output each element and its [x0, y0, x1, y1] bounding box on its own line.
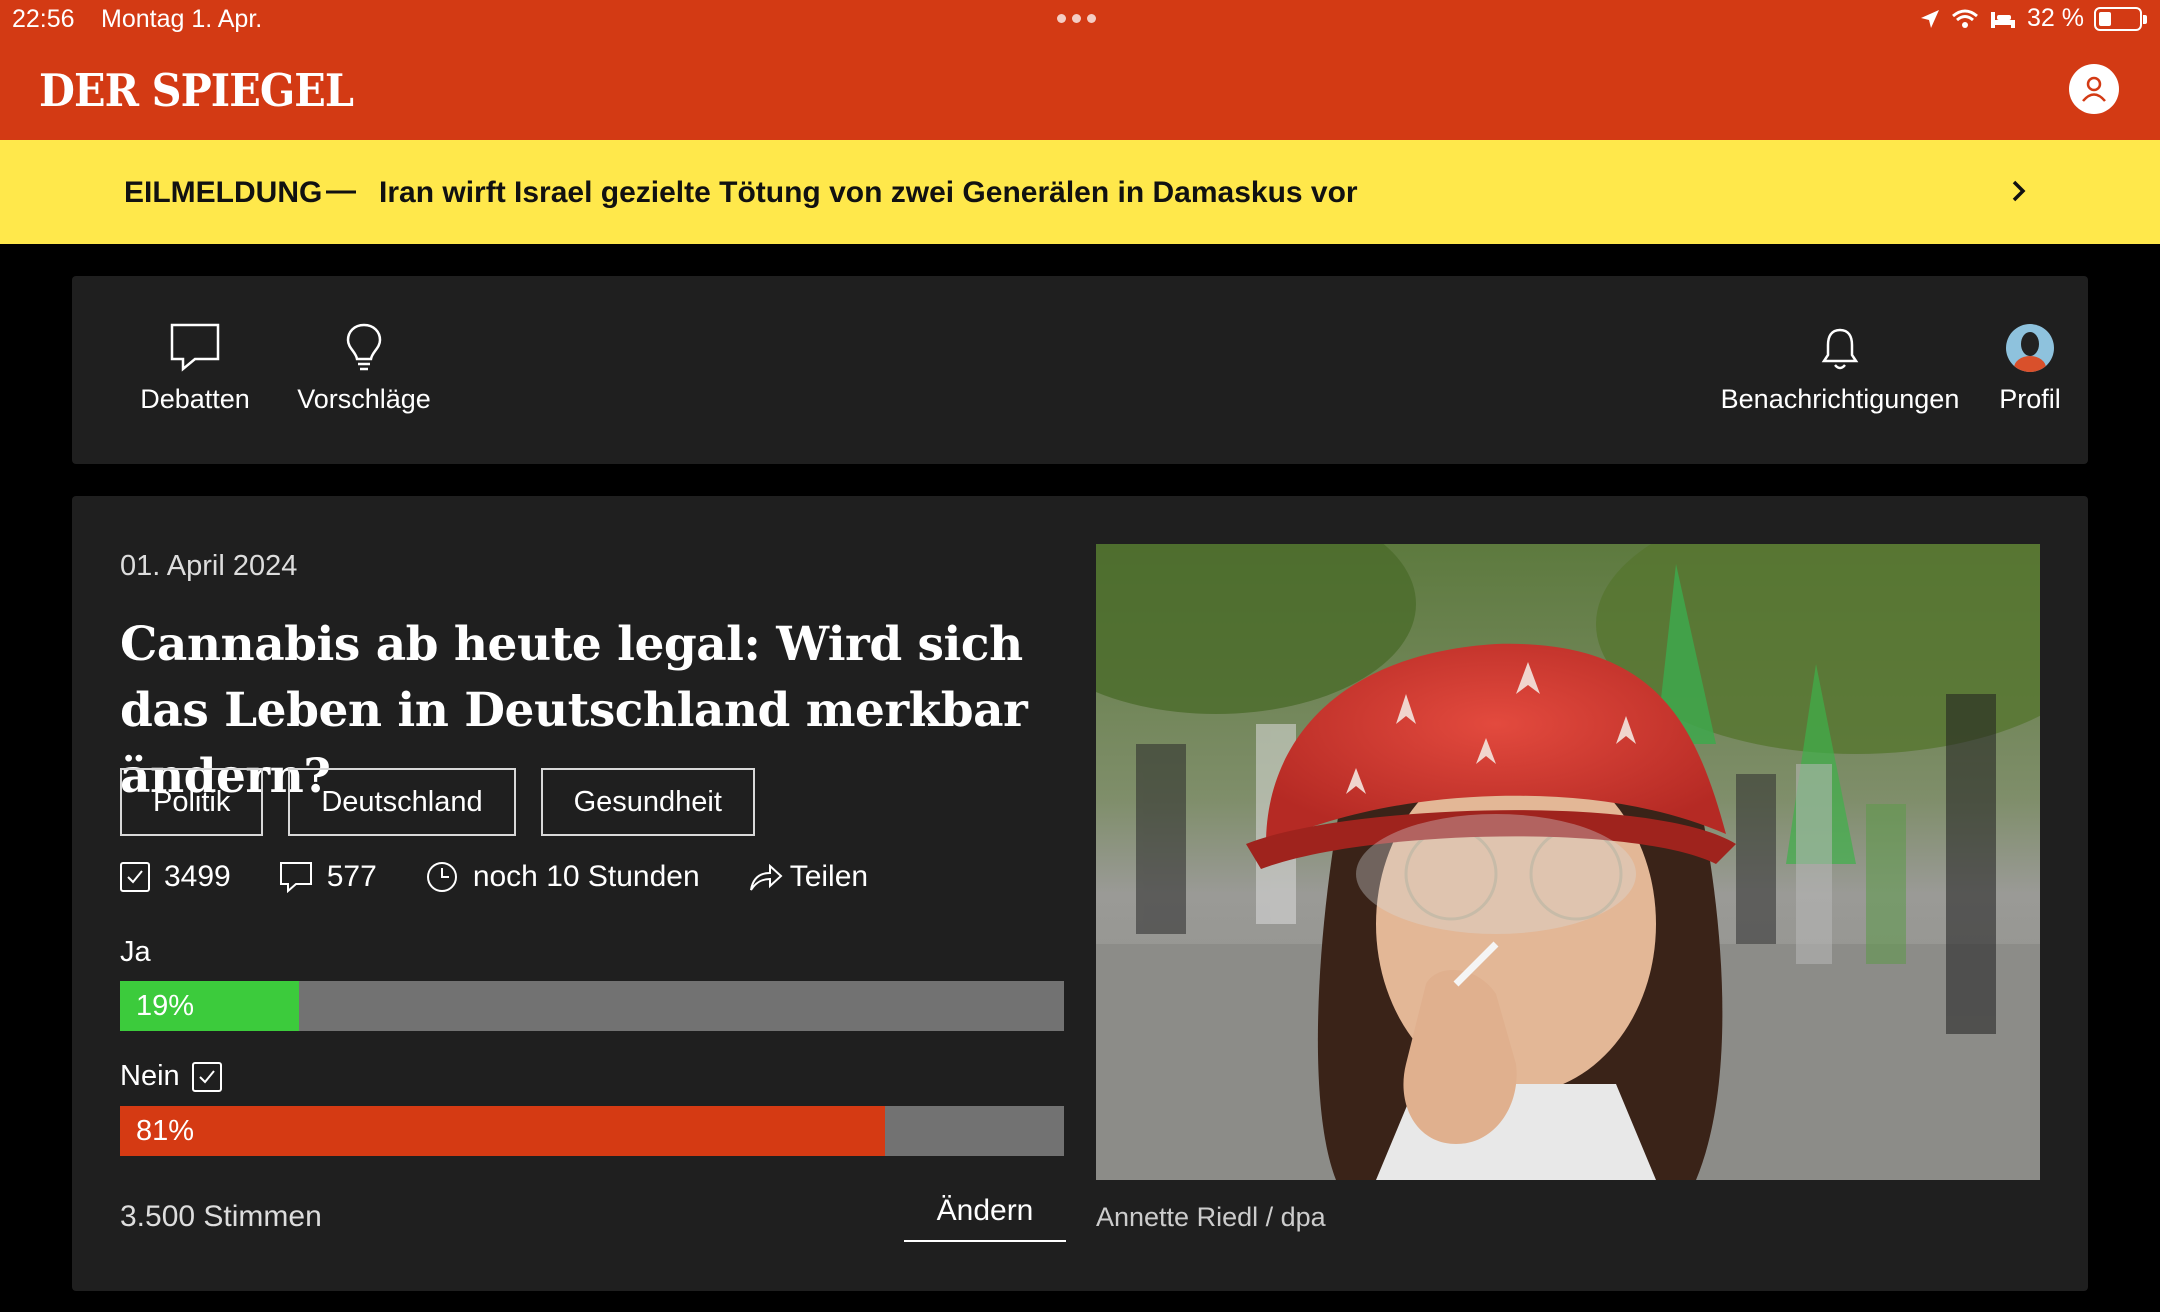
nav-vorschlaege[interactable]: Vorschläge	[274, 322, 454, 415]
option-ja-text: Ja	[120, 936, 151, 968]
nav-profil[interactable]: Profil	[1980, 322, 2080, 415]
option-nein-bar[interactable]: 81%	[120, 1106, 1064, 1156]
tag-politik[interactable]: Politik	[120, 768, 264, 836]
tag-deutschland[interactable]: Deutschland	[288, 768, 516, 836]
nav-benachrichtigungen[interactable]: Benachrichtigungen	[1690, 322, 1990, 415]
avatar	[2006, 324, 2054, 372]
breaking-headline[interactable]: Iran wirft Israel gezielte Tötung von zw…	[379, 176, 1358, 210]
wifi-icon	[1952, 9, 1978, 28]
tag-list: Politik Deutschland Gesundheit	[120, 768, 755, 836]
option-ja-label[interactable]: Ja	[120, 936, 151, 969]
nav-vorschlaege-label: Vorschläge	[297, 384, 431, 414]
time-remaining-text: noch 10 Stunden	[472, 860, 700, 893]
nav-profil-label: Profil	[1999, 384, 2061, 414]
checkbox-icon	[120, 862, 150, 892]
spiegel-logo[interactable]: DER SPIEGEL	[39, 64, 354, 117]
comment-icon	[279, 862, 312, 893]
option-nein-percent: 81%	[136, 1115, 195, 1147]
poll-card: 01. April 2024 Cannabis ab heute legal: …	[72, 496, 2088, 1291]
clock-icon	[426, 862, 457, 892]
speech-bubble-icon	[170, 323, 220, 372]
chevron-right-icon[interactable]	[2008, 176, 2030, 206]
debate-nav: Debatten Vorschläge Benachrichtigungen P…	[72, 276, 2088, 464]
breaking-news-banner[interactable]: EILMELDUNG — Iran wirft Israel gezielte …	[0, 140, 2160, 244]
share-icon	[749, 863, 783, 891]
change-vote-button[interactable]: Ändern	[904, 1186, 1066, 1242]
account-button[interactable]	[2069, 64, 2119, 114]
nav-benachrichtigungen-label: Benachrichtigungen	[1720, 384, 1960, 414]
user-icon	[2082, 76, 2106, 102]
bell-icon	[1821, 328, 1859, 370]
app-header: 22:56 Montag 1. Apr. 32 % DER SPIEGEL	[0, 0, 2160, 140]
selected-checkbox-icon	[191, 1061, 222, 1092]
option-nein-fill	[120, 1106, 885, 1156]
lightbulb-icon	[346, 323, 382, 371]
multitasking-dots-icon[interactable]	[1057, 14, 1096, 23]
poll-meta: 3499 577 noch 10 Stunden Teilen	[120, 860, 916, 894]
article-photo[interactable]	[1096, 544, 2040, 1180]
tag-gesundheit[interactable]: Gesundheit	[540, 768, 755, 836]
sleep-focus-icon	[1991, 11, 2016, 28]
breaking-label: EILMELDUNG	[124, 176, 323, 209]
status-date: Montag 1. Apr.	[101, 5, 263, 33]
vote-count: 3.500 Stimmen	[120, 1200, 322, 1233]
option-nein-text: Nein	[120, 1060, 180, 1092]
photo-caption: Annette Riedl / dpa	[1096, 1202, 1326, 1232]
poll-date: 01. April 2024	[120, 550, 298, 582]
location-icon	[1921, 9, 1940, 28]
option-ja-bar[interactable]: 19%	[120, 981, 1064, 1031]
participants: 3499	[120, 860, 231, 894]
option-nein-label[interactable]: Nein	[120, 1060, 222, 1093]
share-button[interactable]: Teilen	[748, 860, 868, 894]
comments[interactable]: 577	[279, 860, 377, 894]
battery-percent: 32 %	[2027, 4, 2084, 32]
time-remaining: noch 10 Stunden	[425, 860, 700, 894]
nav-debatten-label: Debatten	[140, 384, 250, 414]
battery-icon	[2094, 6, 2147, 31]
status-bar: 22:56 Montag 1. Apr. 32 %	[0, 0, 2160, 40]
comments-count: 577	[326, 860, 377, 893]
status-indicators: 32 %	[1919, 4, 2147, 33]
status-time: 22:56	[12, 5, 75, 33]
participants-count: 3499	[164, 860, 231, 893]
share-label: Teilen	[789, 860, 869, 893]
nav-debatten[interactable]: Debatten	[120, 322, 270, 415]
breaking-dash: —	[326, 174, 356, 207]
option-ja-percent: 19%	[136, 990, 195, 1022]
